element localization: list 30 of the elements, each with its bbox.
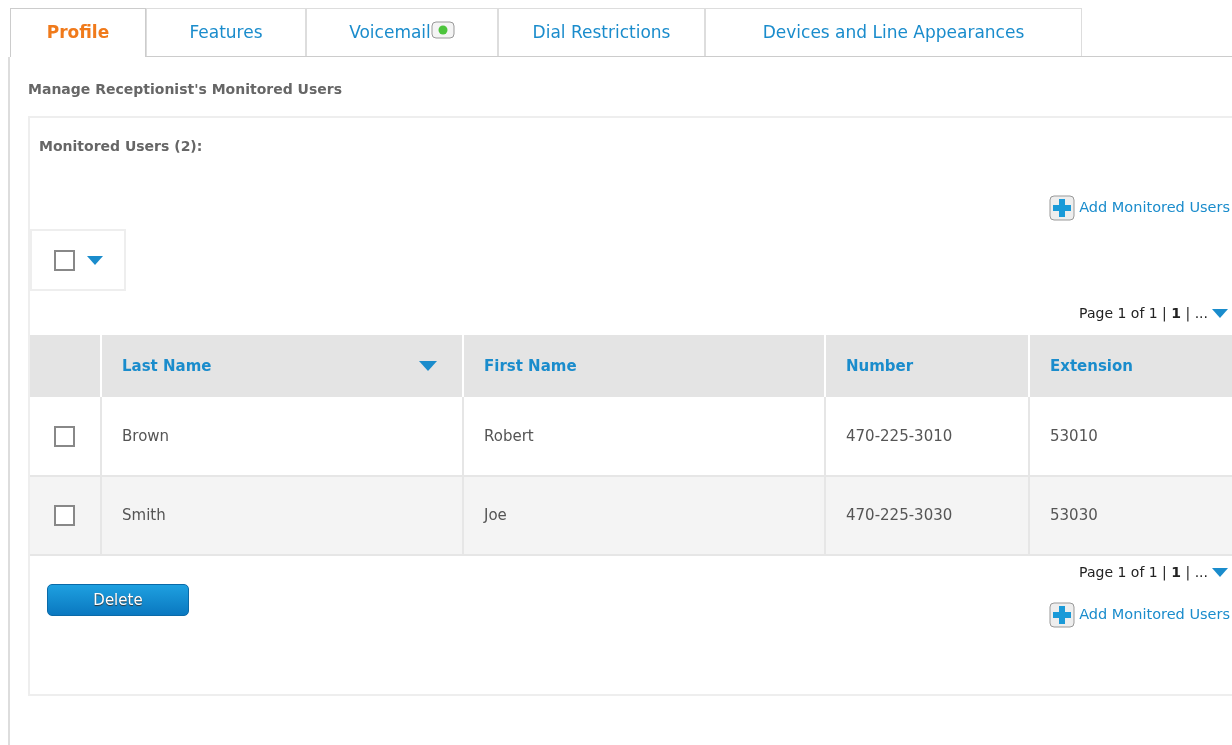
table-cell: Joe	[463, 476, 825, 555]
select-all-menu[interactable]	[30, 229, 126, 291]
tab[interactable]: Features	[146, 8, 306, 56]
column-header[interactable]: Number	[825, 335, 1029, 397]
caret-icon[interactable]	[1212, 308, 1228, 318]
tab-label: Voicemail	[349, 20, 431, 44]
delete-button[interactable]: Delete	[47, 584, 189, 616]
pagination-text: Page 1 of 1 | 1 | ...	[1079, 562, 1208, 583]
caret-icon[interactable]	[1212, 567, 1228, 577]
section-heading: Manage Receptionist's Monitored Users	[28, 80, 344, 99]
row-checkbox[interactable]	[54, 505, 75, 527]
add-icon	[1049, 195, 1076, 221]
column-header[interactable]: First Name	[463, 335, 825, 397]
tab[interactable]: Voicemail	[306, 8, 498, 56]
caret-icon	[86, 255, 103, 265]
add-monitored-users-link[interactable]: Add Monitored Users	[1049, 602, 1230, 628]
tab[interactable]: Dial Restrictions	[498, 8, 705, 56]
tab[interactable]: Devices and Line Appearances	[705, 8, 1082, 56]
table-cell: 53030	[1029, 476, 1232, 555]
select-all-checkbox[interactable]	[53, 249, 75, 271]
panel-title: Monitored Users (2):	[38, 137, 204, 156]
pagination-text: Page 1 of 1 | 1 | ...	[1079, 303, 1208, 324]
add-monitored-users-link[interactable]: Add Monitored Users	[1049, 195, 1230, 221]
table-cell: Smith	[101, 476, 463, 555]
table-cell: 470-225-3030	[825, 476, 1029, 555]
row-checkbox[interactable]	[54, 425, 75, 447]
column-header[interactable]: Extension	[1029, 335, 1232, 397]
add-icon	[1049, 602, 1076, 628]
column-header[interactable]: Last Name	[122, 354, 212, 378]
tab[interactable]: Profile	[10, 8, 146, 57]
